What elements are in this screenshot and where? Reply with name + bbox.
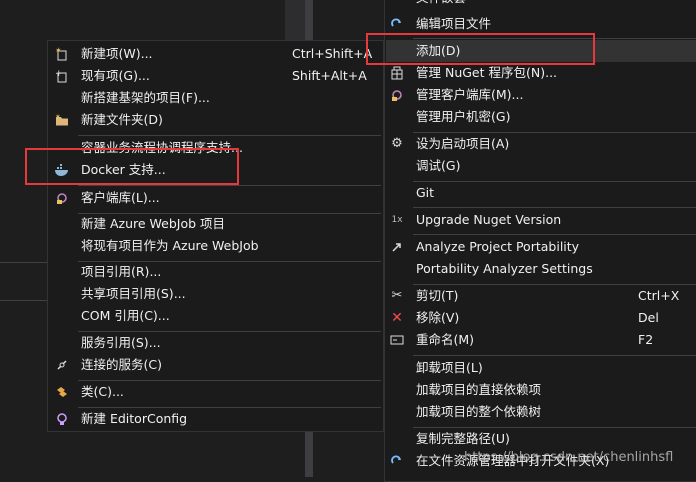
menu-item-new-editorconfig[interactable]: 新建 EditorConfig	[48, 408, 383, 430]
edit-project-icon	[389, 16, 405, 32]
menu-item-new-item[interactable]: ✶ 新建项(W)... Ctrl+Shift+A	[48, 43, 383, 65]
separator	[413, 234, 696, 235]
tree-line	[0, 262, 48, 263]
highlight-box-add	[366, 33, 595, 65]
menu-item-cut[interactable]: ✂ 剪切(T) Ctrl+X	[385, 285, 696, 307]
menu-item-project-reference[interactable]: 项目引用(R)...	[48, 261, 383, 283]
client-library-icon	[389, 87, 405, 103]
svg-text:✶: ✶	[55, 47, 62, 55]
menu-item-portability-settings[interactable]: Portability Analyzer Settings	[385, 258, 696, 280]
separator	[413, 207, 696, 208]
watermark: https://blog.csdn.net/chenlinhsfl	[464, 450, 674, 465]
menu-item-existing-webjob[interactable]: 将现有项目作为 Azure WebJob	[48, 235, 383, 257]
menu-item-load-direct-deps[interactable]: 加载项目的直接依赖项	[385, 379, 696, 401]
connected-service-icon	[54, 357, 70, 373]
existing-item-icon: +	[54, 68, 70, 84]
menu-item-com-reference[interactable]: COM 引用(C)...	[48, 305, 383, 327]
new-item-icon: ✶	[54, 46, 70, 62]
svg-text:+: +	[55, 69, 63, 79]
menu-item-manage-client-library[interactable]: 管理客户端库(M)...	[385, 84, 696, 106]
separator	[78, 135, 381, 136]
scissors-icon: ✂	[391, 288, 403, 303]
class-icon	[54, 384, 70, 400]
menu-item-remove[interactable]: ✕ 移除(V) Del	[385, 307, 696, 329]
menu-item-file-nesting[interactable]: 文件嵌套	[385, 0, 696, 9]
gear-icon: ⚙	[391, 136, 403, 151]
menu-item-new-webjob[interactable]: 新建 Azure WebJob 项目	[48, 213, 383, 235]
highlight-box-docker	[25, 148, 239, 185]
menu-item-load-dep-tree[interactable]: 加载项目的整个依赖树	[385, 401, 696, 423]
menu-item-upgrade-nuget[interactable]: 1x Upgrade Nuget Version	[385, 209, 696, 231]
menu-item-new-folder[interactable]: ✶ 新建文件夹(D)	[48, 109, 383, 131]
separator	[78, 185, 381, 186]
menu-item-class[interactable]: 类(C)...	[48, 381, 383, 403]
svg-text:✶: ✶	[55, 113, 61, 121]
menu-item-client-library[interactable]: 客户端库(L)...	[48, 187, 383, 209]
menu-item-manage-user-secrets[interactable]: 管理用户机密(G)	[385, 106, 696, 128]
upgrade-icon: 1x	[391, 215, 403, 225]
menu-item-debug[interactable]: 调试(G)	[385, 155, 696, 177]
menu-item-copy-full-path[interactable]: 复制完整路径(U)	[385, 428, 696, 450]
menu-item-unload-project[interactable]: 卸载项目(L)	[385, 357, 696, 379]
editorconfig-icon	[54, 411, 70, 427]
menu-item-service-reference[interactable]: 服务引用(S)...	[48, 332, 383, 354]
menu-item-shared-project-reference[interactable]: 共享项目引用(S)...	[48, 283, 383, 305]
panel-divider	[285, 0, 305, 40]
menu-item-git[interactable]: Git	[385, 182, 696, 204]
separator	[413, 355, 696, 356]
new-folder-icon: ✶	[54, 112, 70, 128]
menu-item-edit-project-file[interactable]: 编辑项目文件	[385, 13, 696, 35]
analyze-icon	[389, 239, 405, 255]
menu-item-rename[interactable]: 重命名(M) F2	[385, 329, 696, 351]
menu-item-set-startup[interactable]: ⚙ 设为启动项目(A)	[385, 133, 696, 155]
menu-item-scaffolded[interactable]: 新搭建基架的项目(F)...	[48, 87, 383, 109]
menu-item-analyze-portability[interactable]: Analyze Project Portability	[385, 236, 696, 258]
project-context-menu: 文件嵌套 编辑项目文件 添加(D) 管理 NuGet 程序包(N)... 管理客…	[384, 0, 696, 482]
menu-item-manage-nuget[interactable]: 管理 NuGet 程序包(N)...	[385, 62, 696, 84]
rename-icon	[389, 332, 405, 348]
client-library-icon	[54, 190, 70, 206]
open-folder-icon	[389, 453, 405, 469]
remove-icon: ✕	[391, 310, 403, 326]
menu-item-connected-service[interactable]: 连接的服务(C)	[48, 354, 383, 376]
menu-item-existing-item[interactable]: + 现有项(G)... Shift+Alt+A	[48, 65, 383, 87]
add-submenu: ✶ 新建项(W)... Ctrl+Shift+A + 现有项(G)... Shi…	[47, 40, 384, 432]
nuget-icon	[389, 65, 405, 81]
tree-line	[0, 300, 48, 301]
